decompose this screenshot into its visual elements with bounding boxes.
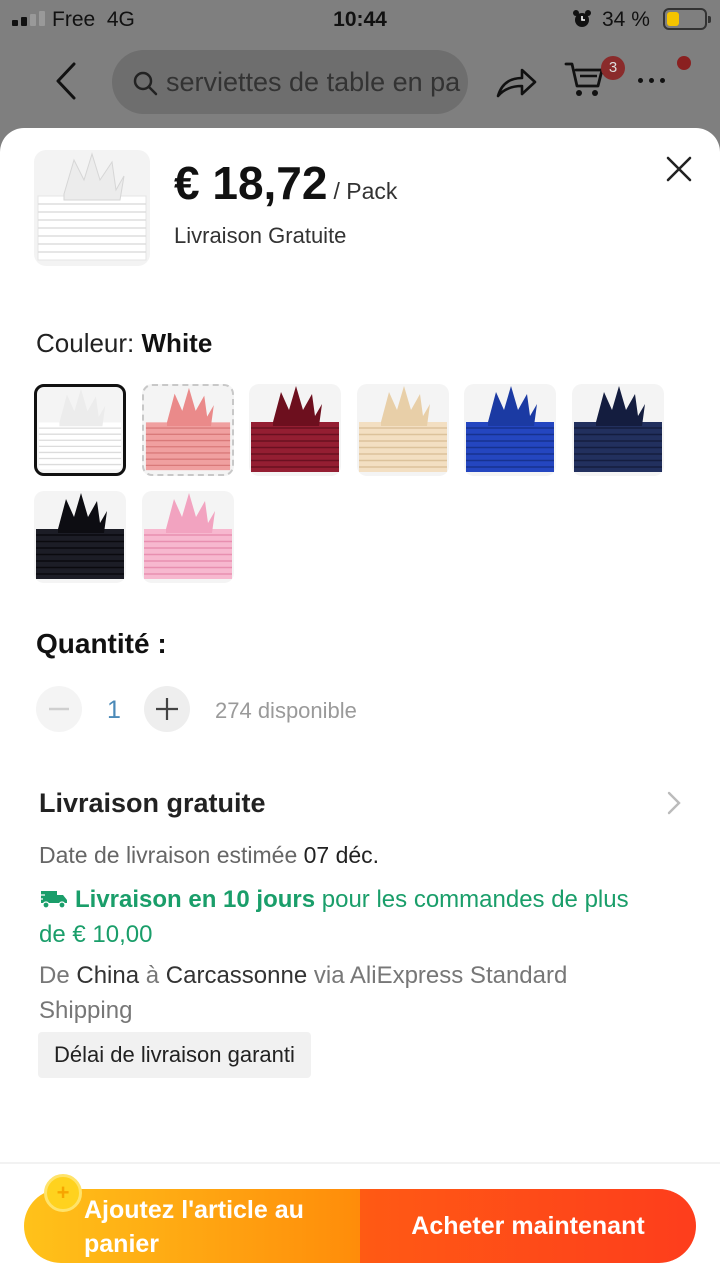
napkin-image xyxy=(145,387,230,471)
battery-icon xyxy=(663,8,711,30)
alarm-icon xyxy=(573,10,591,27)
color-swatch-black[interactable] xyxy=(34,491,126,583)
shipping-title[interactable]: Livraison gratuite xyxy=(39,788,266,819)
color-swatch-navy[interactable] xyxy=(571,384,664,476)
napkin-image xyxy=(251,386,339,472)
free-shipping-label: Livraison Gratuite xyxy=(174,223,347,248)
close-icon[interactable] xyxy=(664,154,694,184)
search-bar[interactable] xyxy=(112,50,468,114)
search-input[interactable] xyxy=(166,50,466,114)
chevron-right-icon[interactable] xyxy=(664,790,684,816)
guaranteed-delivery-tag: Délai de livraison garanti xyxy=(38,1032,311,1078)
quantity-value[interactable]: 1 xyxy=(100,696,128,725)
quantity-title: Quantité : xyxy=(36,628,167,659)
price: € 18,72/ Pack xyxy=(174,157,398,209)
napkin-image xyxy=(143,493,232,579)
buy-now-button[interactable]: Acheter maintenant xyxy=(360,1189,696,1263)
search-icon xyxy=(133,71,158,96)
plus-icon xyxy=(156,698,178,720)
fast-delivery-info: Livraison en 10 jours pour les commandes… xyxy=(39,886,629,948)
back-arrow-icon[interactable] xyxy=(50,60,82,102)
minus-icon xyxy=(49,707,69,711)
more-options-icon[interactable] xyxy=(638,78,665,83)
napkin-image xyxy=(38,388,122,470)
cart-count-badge: 3 xyxy=(601,56,625,80)
divider xyxy=(0,1162,720,1164)
price-unit: / Pack xyxy=(333,178,398,204)
battery-percent: 34 % xyxy=(602,8,650,31)
color-swatch-burgundy[interactable] xyxy=(249,384,341,476)
napkin-image xyxy=(573,386,662,472)
color-label: Couleur: White xyxy=(36,328,213,358)
napkin-image xyxy=(466,386,554,472)
color-swatch-royal-blue[interactable] xyxy=(464,384,556,476)
notification-dot xyxy=(677,56,691,70)
top-nav: 3 xyxy=(0,44,720,120)
quantity-increase-button[interactable] xyxy=(144,686,190,732)
napkin-image xyxy=(36,493,124,579)
napkin-image xyxy=(358,386,447,472)
cart-icon[interactable] xyxy=(564,58,606,100)
sku-selection-sheet: € 18,72/ Pack Livraison Gratuite Couleur… xyxy=(0,128,720,1280)
coin-icon xyxy=(44,1174,82,1212)
product-thumbnail xyxy=(34,150,150,266)
color-swatch-pink[interactable] xyxy=(141,491,234,583)
status-bar: Free 4G 10:44 34 % xyxy=(0,0,720,40)
stock-available: 274 disponible xyxy=(215,698,357,723)
delivery-date: Date de livraison estimée 07 déc. xyxy=(39,842,380,868)
selected-color: White xyxy=(141,328,213,358)
truck-icon xyxy=(39,891,67,909)
color-swatch-beige[interactable] xyxy=(356,384,449,476)
share-icon[interactable] xyxy=(494,62,538,102)
color-swatch-white[interactable] xyxy=(34,384,126,476)
shipping-route: De China à Carcassonne via AliExpress St… xyxy=(39,962,568,1024)
quantity-decrease-button[interactable] xyxy=(36,686,82,732)
color-swatch-salmon-pink[interactable] xyxy=(141,384,234,476)
